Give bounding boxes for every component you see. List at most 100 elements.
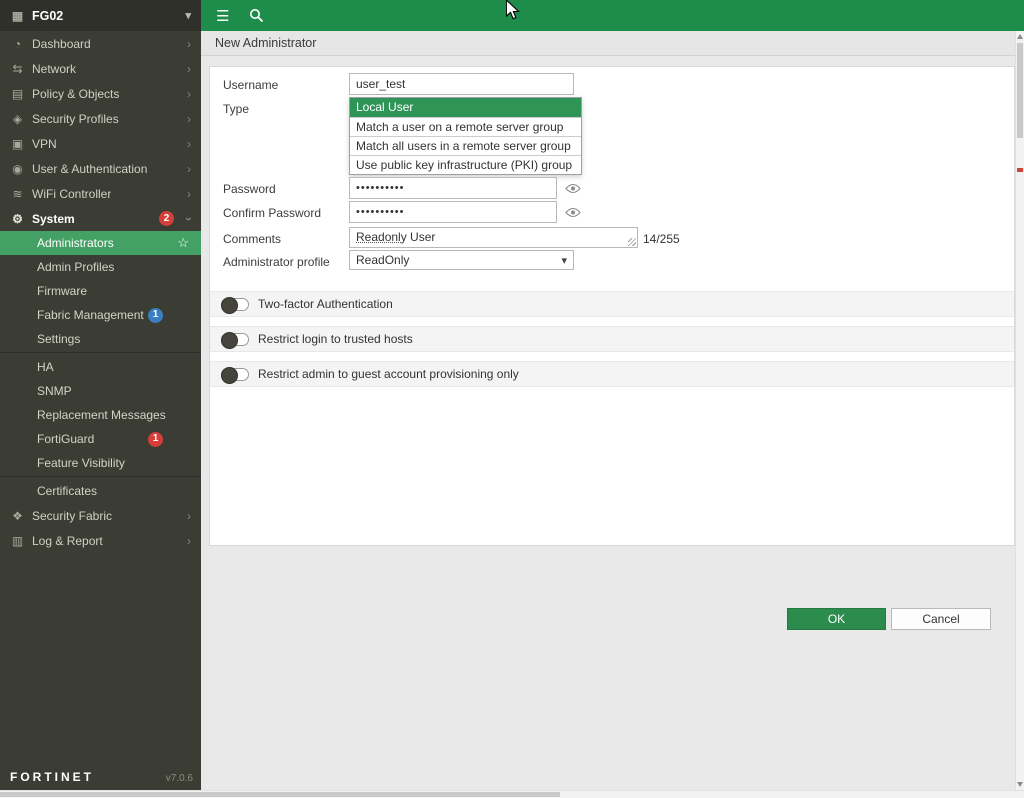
sidebar-item-label: VPN: [32, 137, 57, 151]
sidebar-item-system[interactable]: ⚙ System 2 ›: [0, 206, 201, 231]
toggle-label: Restrict login to trusted hosts: [258, 332, 413, 346]
chevron-down-icon: ▾: [185, 9, 191, 22]
network-icon: ⇆: [10, 62, 25, 76]
comments-textarea[interactable]: Readonly User: [349, 227, 638, 248]
sidebar-item-label: Settings: [37, 332, 80, 346]
sidebar-item-ha[interactable]: HA: [0, 355, 201, 379]
sidebar-item-vpn[interactable]: ▣ VPN ›: [0, 131, 201, 156]
admin-profile-row: Administrator profile ReadOnly ▾: [223, 250, 1014, 270]
sidebar-item-label: Policy & Objects: [32, 87, 119, 101]
notification-badge: 1: [148, 432, 163, 447]
sidebar-item-user-authentication[interactable]: ◉ User & Authentication ›: [0, 156, 201, 181]
sidebar-item-label: Log & Report: [32, 534, 103, 548]
hamburger-menu-icon[interactable]: ☰: [216, 7, 229, 25]
device-selector[interactable]: ▦ FG02 ▾: [0, 0, 201, 31]
show-password-eye-icon[interactable]: [565, 183, 581, 194]
sidebar-item-network[interactable]: ⇆ Network ›: [0, 56, 201, 81]
sidebar-item-admin-profiles[interactable]: Admin Profiles: [0, 255, 201, 279]
chevron-right-icon: ›: [187, 137, 191, 151]
security-fabric-icon: ❖: [10, 509, 25, 523]
trusted-hosts-row: Restrict login to trusted hosts: [210, 326, 1014, 352]
chevron-right-icon: ›: [187, 162, 191, 176]
show-password-eye-icon[interactable]: [565, 207, 581, 218]
sidebar-item-fabric-management[interactable]: Fabric Management 1: [0, 303, 201, 327]
resize-grip-icon[interactable]: [628, 238, 636, 246]
username-row: Username: [223, 73, 1014, 95]
sidebar-item-label: Admin Profiles: [37, 260, 114, 274]
admin-profile-select[interactable]: ReadOnly ▾: [349, 250, 574, 270]
two-factor-row: Two-factor Authentication: [210, 291, 1014, 317]
sidebar-item-label: Dashboard: [32, 37, 91, 51]
guest-provisioning-toggle[interactable]: [221, 368, 249, 381]
sidebar-item-security-profiles[interactable]: ◈ Security Profiles ›: [0, 106, 201, 131]
comments-text: User: [407, 230, 436, 244]
chevron-right-icon: ›: [187, 112, 191, 126]
scroll-up-arrow-icon[interactable]: [1017, 34, 1023, 39]
sidebar-item-replacement-messages[interactable]: Replacement Messages: [0, 403, 201, 427]
device-name: FG02: [32, 9, 63, 23]
sidebar-item-label: Fabric Management: [37, 308, 144, 322]
ok-button[interactable]: OK: [787, 608, 886, 630]
sidebar-item-fortiguard[interactable]: FortiGuard 1: [0, 427, 201, 451]
firmware-version: v7.0.6: [166, 773, 193, 784]
confirm-password-row: Confirm Password: [223, 201, 1014, 223]
chevron-right-icon: ›: [187, 37, 191, 51]
sidebar: ▦ FG02 ▾ ◔ Dashboard › ⇆ Network › ▤ Pol…: [0, 0, 201, 790]
vertical-scrollbar[interactable]: [1015, 31, 1024, 790]
comments-row: Comments Readonly User 14/255: [223, 227, 1014, 248]
type-option-pki-group[interactable]: Use public key infrastructure (PKI) grou…: [350, 155, 581, 174]
cancel-button[interactable]: Cancel: [891, 608, 991, 630]
sidebar-item-dashboard[interactable]: ◔ Dashboard ›: [0, 31, 201, 56]
chevron-right-icon: ›: [187, 87, 191, 101]
chevron-right-icon: ›: [187, 509, 191, 523]
search-icon[interactable]: [249, 8, 264, 23]
password-input[interactable]: [349, 177, 557, 199]
sidebar-item-label: FortiGuard: [37, 432, 94, 446]
sidebar-item-administrators[interactable]: Administrators ☆: [0, 231, 201, 255]
scrollbar-mark: [1017, 168, 1023, 172]
trusted-hosts-toggle[interactable]: [221, 333, 249, 346]
sidebar-item-log-report[interactable]: ▥ Log & Report ›: [0, 528, 201, 553]
two-factor-toggle[interactable]: [221, 298, 249, 311]
type-option-local-user[interactable]: Local User: [350, 98, 581, 117]
sidebar-item-feature-visibility[interactable]: Feature Visibility: [0, 451, 201, 475]
star-icon[interactable]: ☆: [177, 235, 189, 251]
user-authentication-icon: ◉: [10, 162, 25, 176]
sidebar-item-snmp[interactable]: SNMP: [0, 379, 201, 403]
form-actions: OK Cancel: [787, 608, 991, 630]
topbar: ☰: [201, 0, 1024, 31]
type-option-match-all-remote[interactable]: Match all users in a remote server group: [350, 136, 581, 155]
toggle-label: Restrict admin to guest account provisio…: [258, 367, 519, 381]
sidebar-item-policy-objects[interactable]: ▤ Policy & Objects ›: [0, 81, 201, 106]
admin-profile-value: ReadOnly: [356, 253, 409, 267]
sidebar-item-label: System: [32, 212, 75, 226]
sidebar-item-label: SNMP: [37, 384, 72, 398]
sidebar-item-settings[interactable]: Settings: [0, 327, 201, 351]
horizontal-scrollbar-thumb[interactable]: [0, 792, 560, 797]
password-label: Password: [223, 177, 349, 199]
confirm-password-input[interactable]: [349, 201, 557, 223]
type-option-match-user-remote[interactable]: Match a user on a remote server group: [350, 117, 581, 136]
sidebar-item-firmware[interactable]: Firmware: [0, 279, 201, 303]
vpn-icon: ▣: [10, 137, 25, 151]
comments-text: Readonly: [356, 230, 407, 244]
submenu-divider: [0, 476, 201, 478]
sidebar-item-certificates[interactable]: Certificates: [0, 479, 201, 503]
sidebar-item-label: Security Fabric: [32, 509, 112, 523]
notification-badge: 1: [148, 308, 163, 323]
sidebar-item-label: Feature Visibility: [37, 456, 125, 470]
horizontal-scrollbar[interactable]: [0, 790, 1024, 798]
sidebar-item-security-fabric[interactable]: ❖ Security Fabric ›: [0, 503, 201, 528]
scroll-down-arrow-icon[interactable]: [1017, 782, 1023, 787]
notification-badge: 2: [159, 211, 174, 226]
sidebar-footer: FORTINET v7.0.6: [10, 770, 193, 784]
breadcrumb: New Administrator: [201, 31, 1024, 56]
username-input[interactable]: [349, 73, 574, 95]
vertical-scrollbar-thumb[interactable]: [1017, 43, 1023, 138]
sidebar-item-wifi-controller[interactable]: ≋ WiFi Controller ›: [0, 181, 201, 206]
submenu-divider: [0, 352, 201, 354]
log-report-icon: ▥: [10, 534, 25, 548]
sidebar-item-label: User & Authentication: [32, 162, 147, 176]
policy-objects-icon: ▤: [10, 87, 25, 101]
chevron-right-icon: ›: [187, 62, 191, 76]
